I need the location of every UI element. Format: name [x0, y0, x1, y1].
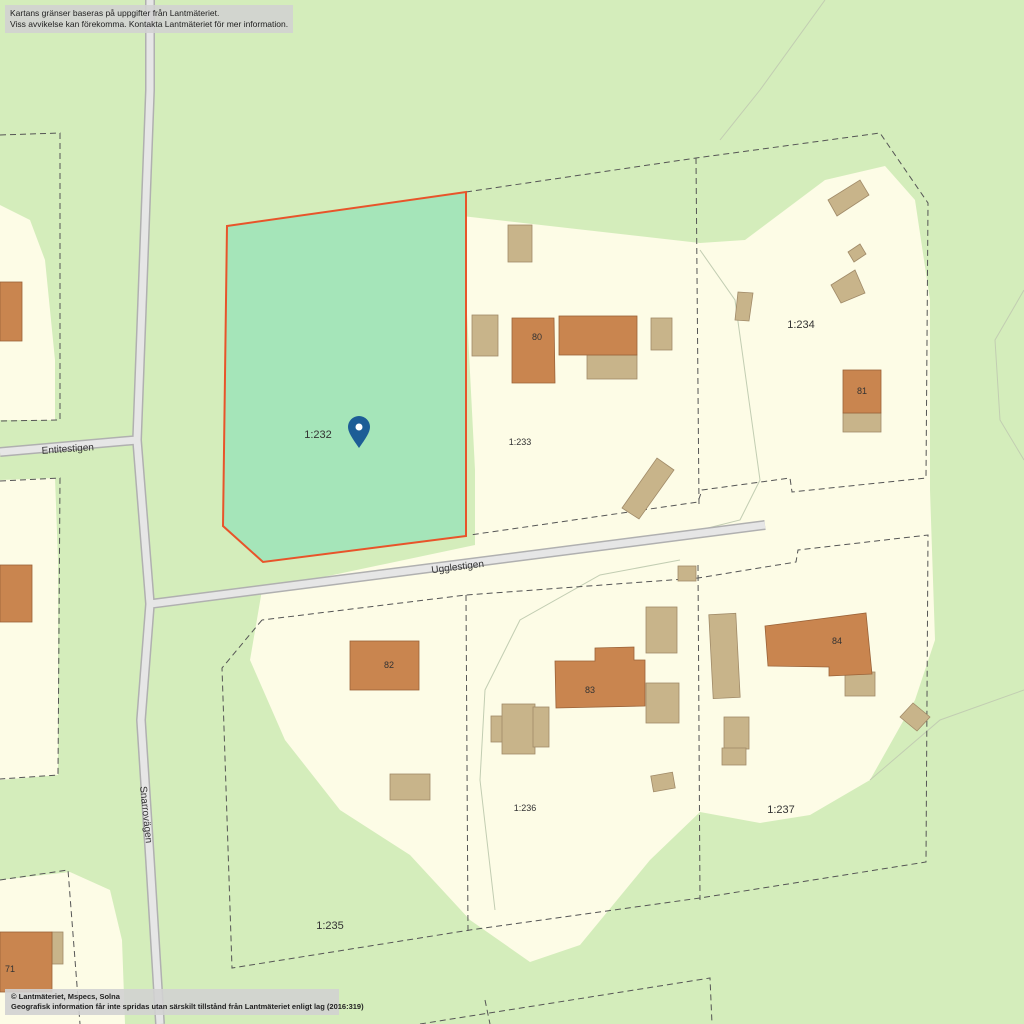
attribution: © Lantmäteriet, Mspecs, Solna Geografisk…: [5, 989, 364, 1015]
attribution-line1: © Lantmäteriet, Mspecs, Solna: [11, 992, 120, 1001]
boundary-disclaimer: Kartans gränser baseras på uppgifter frå…: [5, 5, 294, 34]
attribution-line2: Geografisk information får inte spridas …: [11, 1001, 364, 1011]
boundary-disclaimer-line1: Kartans gränser baseras på uppgifter frå…: [10, 8, 220, 18]
parcel-label-selected: 1:232: [304, 429, 332, 441]
building-number-83: 83: [585, 685, 595, 695]
street-label-entitestigen: Entitestigen: [41, 442, 94, 457]
building-number-80: 80: [532, 332, 542, 342]
building-number-71: 71: [5, 964, 15, 974]
parcel-label-233: 1:233: [509, 437, 532, 447]
parcel-label-234: 1:234: [787, 319, 815, 331]
boundary-disclaimer-line2: Viss avvikelse kan förekomma. Kontakta L…: [10, 19, 289, 30]
building-number-84: 84: [832, 636, 842, 646]
building-number-81: 81: [857, 386, 867, 396]
parcel-label-235: 1:235: [316, 920, 344, 932]
building-number-82: 82: [384, 660, 394, 670]
parcel-label-236: 1:236: [514, 803, 537, 813]
map-canvas[interactable]: Entitestigen Ugglestigen Snarrovägen 1:2…: [0, 0, 1024, 1024]
parcel-label-237: 1:237: [767, 804, 795, 816]
selected-parcel[interactable]: [221, 190, 467, 564]
street-label-snarrovagen: Snarrovägen: [137, 786, 154, 844]
map-view[interactable]: Entitestigen Ugglestigen Snarrovägen 1:2…: [0, 0, 1024, 1024]
